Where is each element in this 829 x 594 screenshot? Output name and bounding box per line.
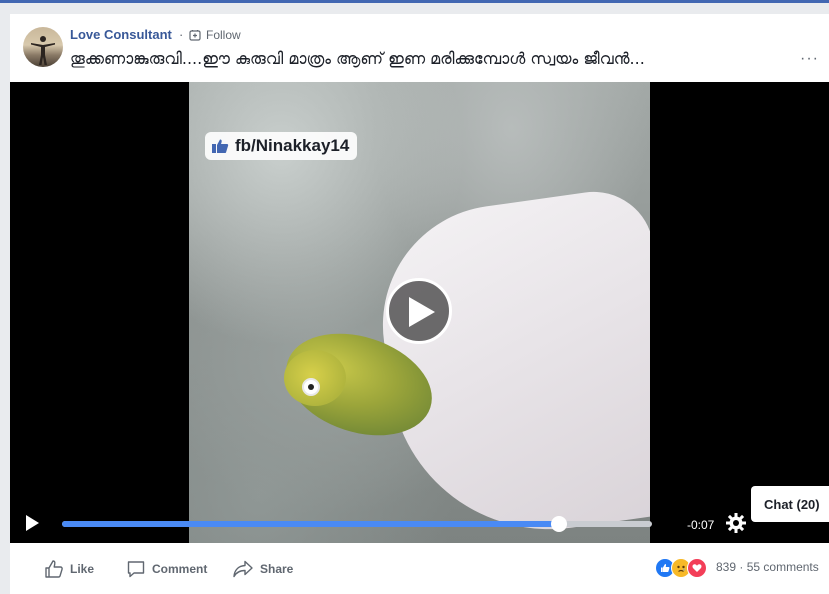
avatar[interactable] [23,27,63,67]
play-icon[interactable] [24,514,40,532]
follow-icon [189,30,201,41]
share-icon [233,560,253,578]
progress-fill [62,521,560,527]
progress-track[interactable] [62,516,652,532]
time-remaining: -0:07 [687,518,715,532]
more-options-button[interactable]: ··· [800,50,819,68]
comment-icon [127,561,145,578]
author-name[interactable]: Love Consultant [70,27,172,42]
play-icon [409,297,435,327]
stats-separator: · [739,560,744,574]
comment-button[interactable]: Comment [126,559,207,579]
top-navigation-bar [0,0,829,3]
engagement-stats[interactable]: 839 · 55 comments [716,560,819,574]
post-header: Love Consultant · Follow തൂക്കണാങ്കുരുവി… [10,14,829,82]
person-silhouette-icon [31,36,55,65]
like-icon [45,560,63,578]
video-player[interactable]: fb/Ninakkay14 -0:07 [10,82,829,543]
video-controls: -0:07 [10,502,829,543]
follow-button[interactable]: Follow [189,27,241,43]
love-reaction-icon [687,558,707,578]
video-watermark: fb/Ninakkay14 [205,132,358,160]
post-card: Love Consultant · Follow തൂക്കണാങ്കുരുവി… [10,14,829,594]
video-bird-eye [302,378,320,396]
separator-dot: · [179,27,184,42]
reactions-count[interactable]: 839 [716,560,736,574]
thumbs-up-icon [212,139,229,153]
like-label: Like [70,562,95,576]
comments-count[interactable]: 55 comments [747,560,819,574]
reaction-icons[interactable] [655,558,707,578]
gear-icon[interactable] [725,512,747,534]
share-label: Share [260,562,294,576]
watermark-text: fb/Ninakkay14 [235,136,350,155]
post-actions: Like Comment Share 839 · 55 comments [10,543,829,594]
like-button[interactable]: Like [44,559,94,579]
post-title: തൂക്കണാങ്കുരുവി....ഈ കുരുവി മാത്രം ആണ് ഇ… [70,49,645,68]
share-button[interactable]: Share [232,559,293,579]
center-play-button[interactable] [386,278,452,344]
chat-button[interactable]: Chat (20) [751,486,829,522]
follow-label: Follow [206,28,241,42]
comment-label: Comment [152,562,208,576]
progress-scrubber[interactable] [551,516,568,532]
